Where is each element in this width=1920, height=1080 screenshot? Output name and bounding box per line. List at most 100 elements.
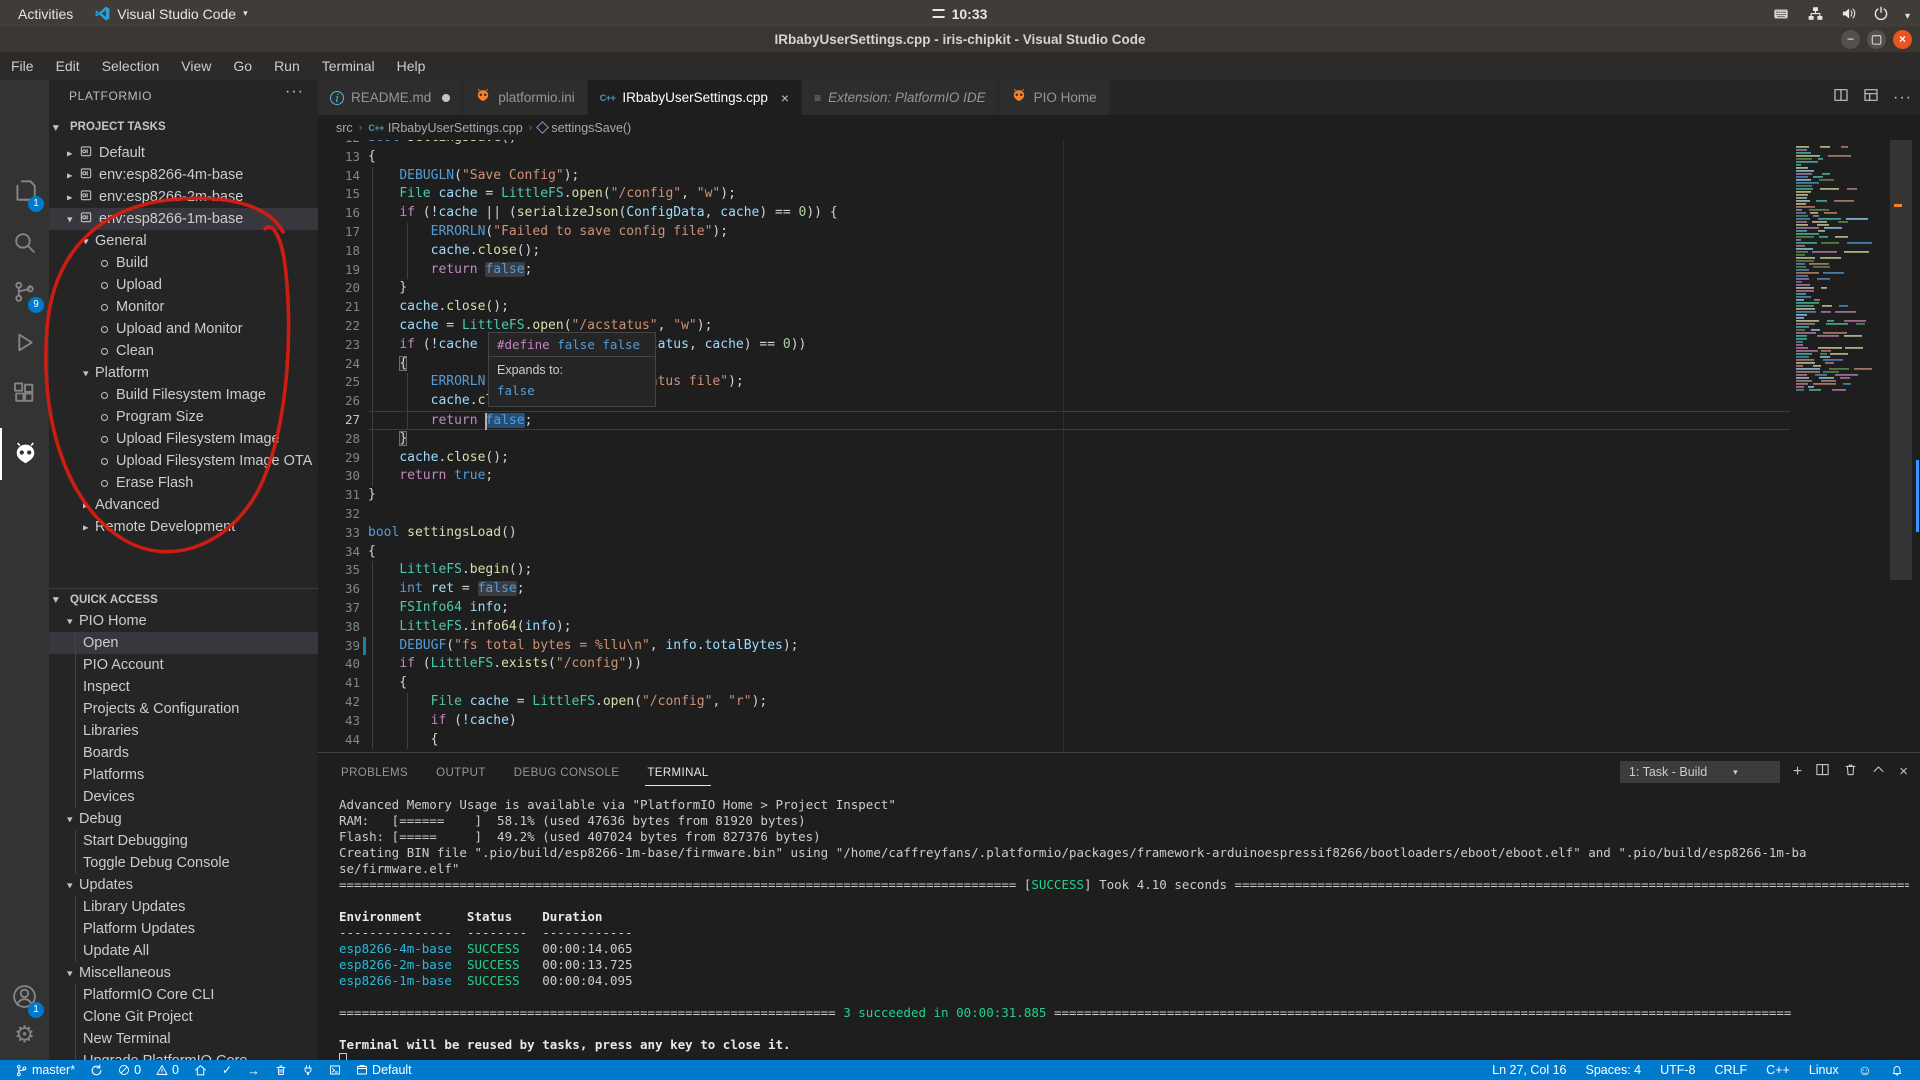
new-terminal-plus-icon[interactable]: + [1793,763,1802,781]
tree-item-debug[interactable]: ▾Debug [49,808,318,830]
tree-item-start-debugging[interactable]: Start Debugging [49,830,318,852]
code-line-36[interactable]: 36 int ret = false; [318,580,1920,599]
tree-item-open[interactable]: Open [49,632,318,654]
code-line-32[interactable]: 32 [318,505,1920,524]
window-titlebar[interactable]: IRbabyUserSettings.cpp - iris-chipkit - … [0,27,1920,52]
activitybar-explorer-icon[interactable]: 1 [0,164,49,216]
statusbar-sync-icon[interactable] [85,1064,108,1077]
tree-item-advanced[interactable]: ▸Advanced [49,494,318,516]
code-line-18[interactable]: 18 cache.close(); [318,242,1920,261]
statusbar-ln-27-col-16[interactable]: Ln 27, Col 16 [1487,1063,1571,1077]
tree-item-default[interactable]: ▸Default [49,142,318,164]
statusbar-trash-icon[interactable] [270,1064,292,1076]
tree-item-miscellaneous[interactable]: ▾Miscellaneous [49,962,318,984]
tree-item-upload-filesystem-image-ota[interactable]: Upload Filesystem Image OTA [49,450,318,472]
breadcrumb[interactable]: src›C++IRbabyUserSettings.cpp›settingsSa… [318,115,1920,140]
tab-close-icon[interactable]: × [781,90,789,106]
tree-item-platform[interactable]: ▾Platform [49,362,318,384]
close-button[interactable]: × [1893,30,1912,49]
tree-item-upload-and-monitor[interactable]: Upload and Monitor [49,318,318,340]
maximize-panel-icon[interactable] [1871,762,1886,782]
statusbar-spaces-4[interactable]: Spaces: 4 [1581,1063,1647,1077]
statusbar-plug-icon[interactable] [297,1064,319,1076]
statusbar-notifications-bell-icon[interactable] [1886,1064,1908,1076]
tree-item-library-updates[interactable]: Library Updates [49,896,318,918]
more-actions-icon[interactable]: ··· [1893,89,1912,107]
panel-tab-terminal[interactable]: TERMINAL [645,759,710,786]
tree-item-pio-home[interactable]: ▾PIO Home [49,610,318,632]
tree-item-env-esp8266-1m-base[interactable]: ▾env:esp8266-1m-base [49,208,318,230]
layout-icon[interactable] [1863,87,1879,108]
menu-run[interactable]: Run [263,58,311,74]
statusbar-home-icon[interactable] [189,1064,212,1077]
chevron-down-icon[interactable]: ▾ [1905,6,1910,22]
kill-terminal-icon[interactable] [1843,762,1858,782]
terminal-output[interactable]: Advanced Memory Usage is available via "… [339,797,1909,1061]
tree-item-monitor[interactable]: Monitor [49,296,318,318]
tree-item-pio-account[interactable]: PIO Account [49,654,318,676]
tree-item-remote-development[interactable]: ▸Remote Development [49,516,318,538]
menu-view[interactable]: View [170,58,222,74]
tree-item-upload[interactable]: Upload [49,274,318,296]
code-line-27[interactable]: 27 return false; [318,411,1920,430]
maximize-button[interactable]: ▢ [1867,30,1886,49]
activitybar-run-debug-icon[interactable] [0,316,49,368]
statusbar-arrow-right-icon[interactable]: → [242,1063,265,1078]
tree-item-platforms[interactable]: Platforms [49,764,318,786]
sidebar-more-actions-icon[interactable]: ··· [285,83,304,101]
system-tray[interactable]: ▾ [1771,0,1910,27]
activitybar-settings-gear-icon[interactable]: ⚙ [0,1008,49,1060]
code-line-31[interactable]: 31} [318,486,1920,505]
statusbar-default[interactable]: Default [351,1063,417,1077]
code-line-40[interactable]: 40 if (LittleFS.exists("/config")) [318,655,1920,674]
menu-help[interactable]: Help [386,58,437,74]
code-line-17[interactable]: 17 ERRORLN("Failed to save config file")… [318,223,1920,242]
tree-item-projects-configuration[interactable]: Projects & Configuration [49,698,318,720]
code-line-20[interactable]: 20 } [318,279,1920,298]
code-line-41[interactable]: 41 { [318,674,1920,693]
tab-irbabyusersettings-cpp[interactable]: C++IRbabyUserSettings.cpp× [588,80,802,115]
code-line-43[interactable]: 43 if (!cache) [318,712,1920,731]
tree-item-env-esp8266-4m-base[interactable]: ▸env:esp8266-4m-base [49,164,318,186]
code-editor[interactable]: 12bool settingsSave()13{14 DEBUGLN("Save… [318,140,1920,752]
tree-item-program-size[interactable]: Program Size [49,406,318,428]
code-line-37[interactable]: 37 FSInfo64 info; [318,599,1920,618]
tree-item-platformio-core-cli[interactable]: PlatformIO Core CLI [49,984,318,1006]
network-icon[interactable] [1807,6,1824,21]
close-panel-icon[interactable]: × [1899,763,1908,781]
code-line-44[interactable]: 44 { [318,731,1920,750]
statusbar-crlf[interactable]: CRLF [1710,1063,1753,1077]
tree-item-clean[interactable]: Clean [49,340,318,362]
tree-item-devices[interactable]: Devices [49,786,318,808]
tree-item-boards[interactable]: Boards [49,742,318,764]
code-line-33[interactable]: 33bool settingsLoad() [318,524,1920,543]
code-line-30[interactable]: 30 return true; [318,467,1920,486]
tree-item-general[interactable]: ▾General [49,230,318,252]
code-line-19[interactable]: 19 return false; [318,261,1920,280]
statusbar-check-icon[interactable]: ✓ [217,1063,237,1077]
statusbar-linux[interactable]: Linux [1804,1063,1844,1077]
minimize-button[interactable]: − [1841,30,1860,49]
tree-item-upgrade-platformio-core[interactable]: Upgrade PlatformIO Core [49,1050,318,1060]
statusbar-terminal-box-icon[interactable] [324,1064,346,1076]
code-line-39[interactable]: 39 DEBUGF("fs total bytes = %llu\n", inf… [318,637,1920,656]
code-line-21[interactable]: 21 cache.close(); [318,298,1920,317]
keyboard-icon[interactable] [1771,7,1791,21]
statusbar-utf-8[interactable]: UTF-8 [1655,1063,1700,1077]
tree-item-env-esp8266-2m-base[interactable]: ▸env:esp8266-2m-base [49,186,318,208]
tree-item-erase-flash[interactable]: Erase Flash [49,472,318,494]
tree-item-clone-git-project[interactable]: Clone Git Project [49,1006,318,1028]
tree-item-libraries[interactable]: Libraries [49,720,318,742]
breadcrumb-item[interactable]: src [336,121,353,135]
code-line-14[interactable]: 14 DEBUGLN("Save Config"); [318,167,1920,186]
tree-item-update-all[interactable]: Update All [49,940,318,962]
tab-readme-md[interactable]: iREADME.md [318,80,463,115]
activitybar-extensions-icon[interactable] [0,367,49,419]
minimap[interactable] [1792,140,1878,752]
app-menu[interactable]: Visual Studio Code ▾ [95,6,247,22]
tree-item-build-filesystem-image[interactable]: Build Filesystem Image [49,384,318,406]
statusbar-master-[interactable]: master* [10,1063,80,1077]
menu-terminal[interactable]: Terminal [311,58,386,74]
activitybar-search-icon[interactable] [0,216,49,268]
activitybar-platformio-icon[interactable] [0,428,49,480]
